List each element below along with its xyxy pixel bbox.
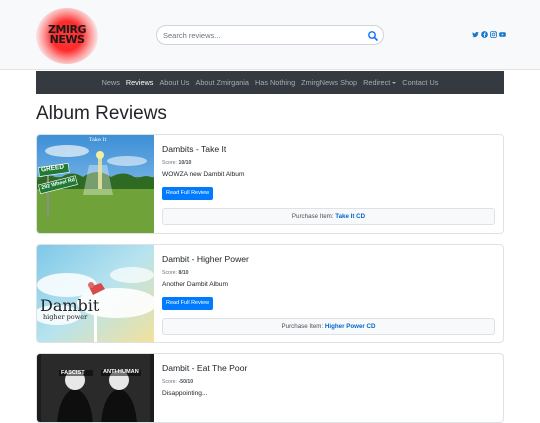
purchase-link[interactable]: Take It CD [335, 213, 365, 220]
album-cover-image[interactable]: Dambit higher power [37, 245, 154, 342]
review-title: Dambits - Take It [162, 144, 227, 154]
search-icon [368, 31, 378, 41]
cover-label-left: FASCIST [61, 370, 85, 376]
review-title: Dambit - Eat The Poor [162, 363, 248, 373]
cover-label-right: ANTI-HUMAN [103, 369, 139, 375]
review-description: Another Dambit Album [162, 281, 228, 288]
review-description: WOWZA new Dambit Album [162, 171, 245, 178]
site-logo[interactable]: ZMIRG NEWS [36, 8, 98, 64]
review-card: FASCIST ANTI-HUMAN Dambit - Eat The Poor… [36, 353, 504, 423]
logo-text: ZMIRG NEWS [47, 23, 87, 46]
cover-album-text: higher power [43, 313, 88, 321]
review-card: Take It GREED 292 Wheel Rd Dambits - Tak… [36, 134, 504, 234]
social-links [472, 31, 506, 40]
top-header: ZMIRG NEWS [0, 0, 540, 70]
youtube-icon[interactable] [499, 31, 506, 38]
main-navbar: News Reviews About Us About Zmirgania Ha… [36, 71, 504, 94]
review-description: Disappointing... [162, 390, 208, 397]
search-box [156, 25, 384, 45]
review-score: Score: 10/10 [162, 160, 192, 166]
album-cover-image[interactable]: FASCIST ANTI-HUMAN [37, 354, 154, 422]
search-input[interactable] [163, 28, 363, 43]
purchase-box: Purchase Item: Take It CD [162, 208, 495, 225]
nav-redirect-dropdown[interactable]: Redirect [363, 78, 397, 87]
facebook-icon[interactable] [481, 31, 488, 38]
review-title: Dambit - Higher Power [162, 254, 249, 264]
search-button[interactable] [367, 29, 379, 41]
nav-zmirgnews-shop[interactable]: ZmirgNews Shop [301, 78, 357, 87]
nav-redirect-label: Redirect [363, 78, 391, 87]
page-title: Album Reviews [36, 103, 167, 124]
cover-title-text: Take It [89, 137, 107, 143]
chevron-down-icon [392, 82, 397, 85]
nav-reviews[interactable]: Reviews [126, 78, 154, 87]
purchase-link[interactable]: Higher Power CD [325, 323, 376, 330]
album-cover-eat-the-poor [37, 354, 154, 422]
nav-has-nothing[interactable]: Has Nothing [255, 78, 295, 87]
nav-about-us[interactable]: About Us [159, 78, 189, 87]
album-cover-image[interactable]: Take It GREED 292 Wheel Rd [37, 135, 154, 233]
nav-about-zmirgania[interactable]: About Zmirgania [195, 78, 249, 87]
nav-contact-us[interactable]: Contact Us [402, 78, 438, 87]
read-full-review-button[interactable]: Read Full Review [162, 187, 214, 200]
twitter-icon[interactable] [472, 31, 479, 38]
nav-news[interactable]: News [102, 78, 120, 87]
purchase-box: Purchase Item: Higher Power CD [162, 318, 495, 335]
review-score: Score: 8/10 [162, 270, 189, 276]
instagram-icon[interactable] [490, 31, 497, 38]
review-score: Score: -50/10 [162, 379, 194, 385]
read-full-review-button[interactable]: Read Full Review [162, 297, 214, 310]
album-cover-higher-power [37, 245, 154, 342]
review-card: Dambit higher power Dambit - Higher Powe… [36, 244, 504, 343]
